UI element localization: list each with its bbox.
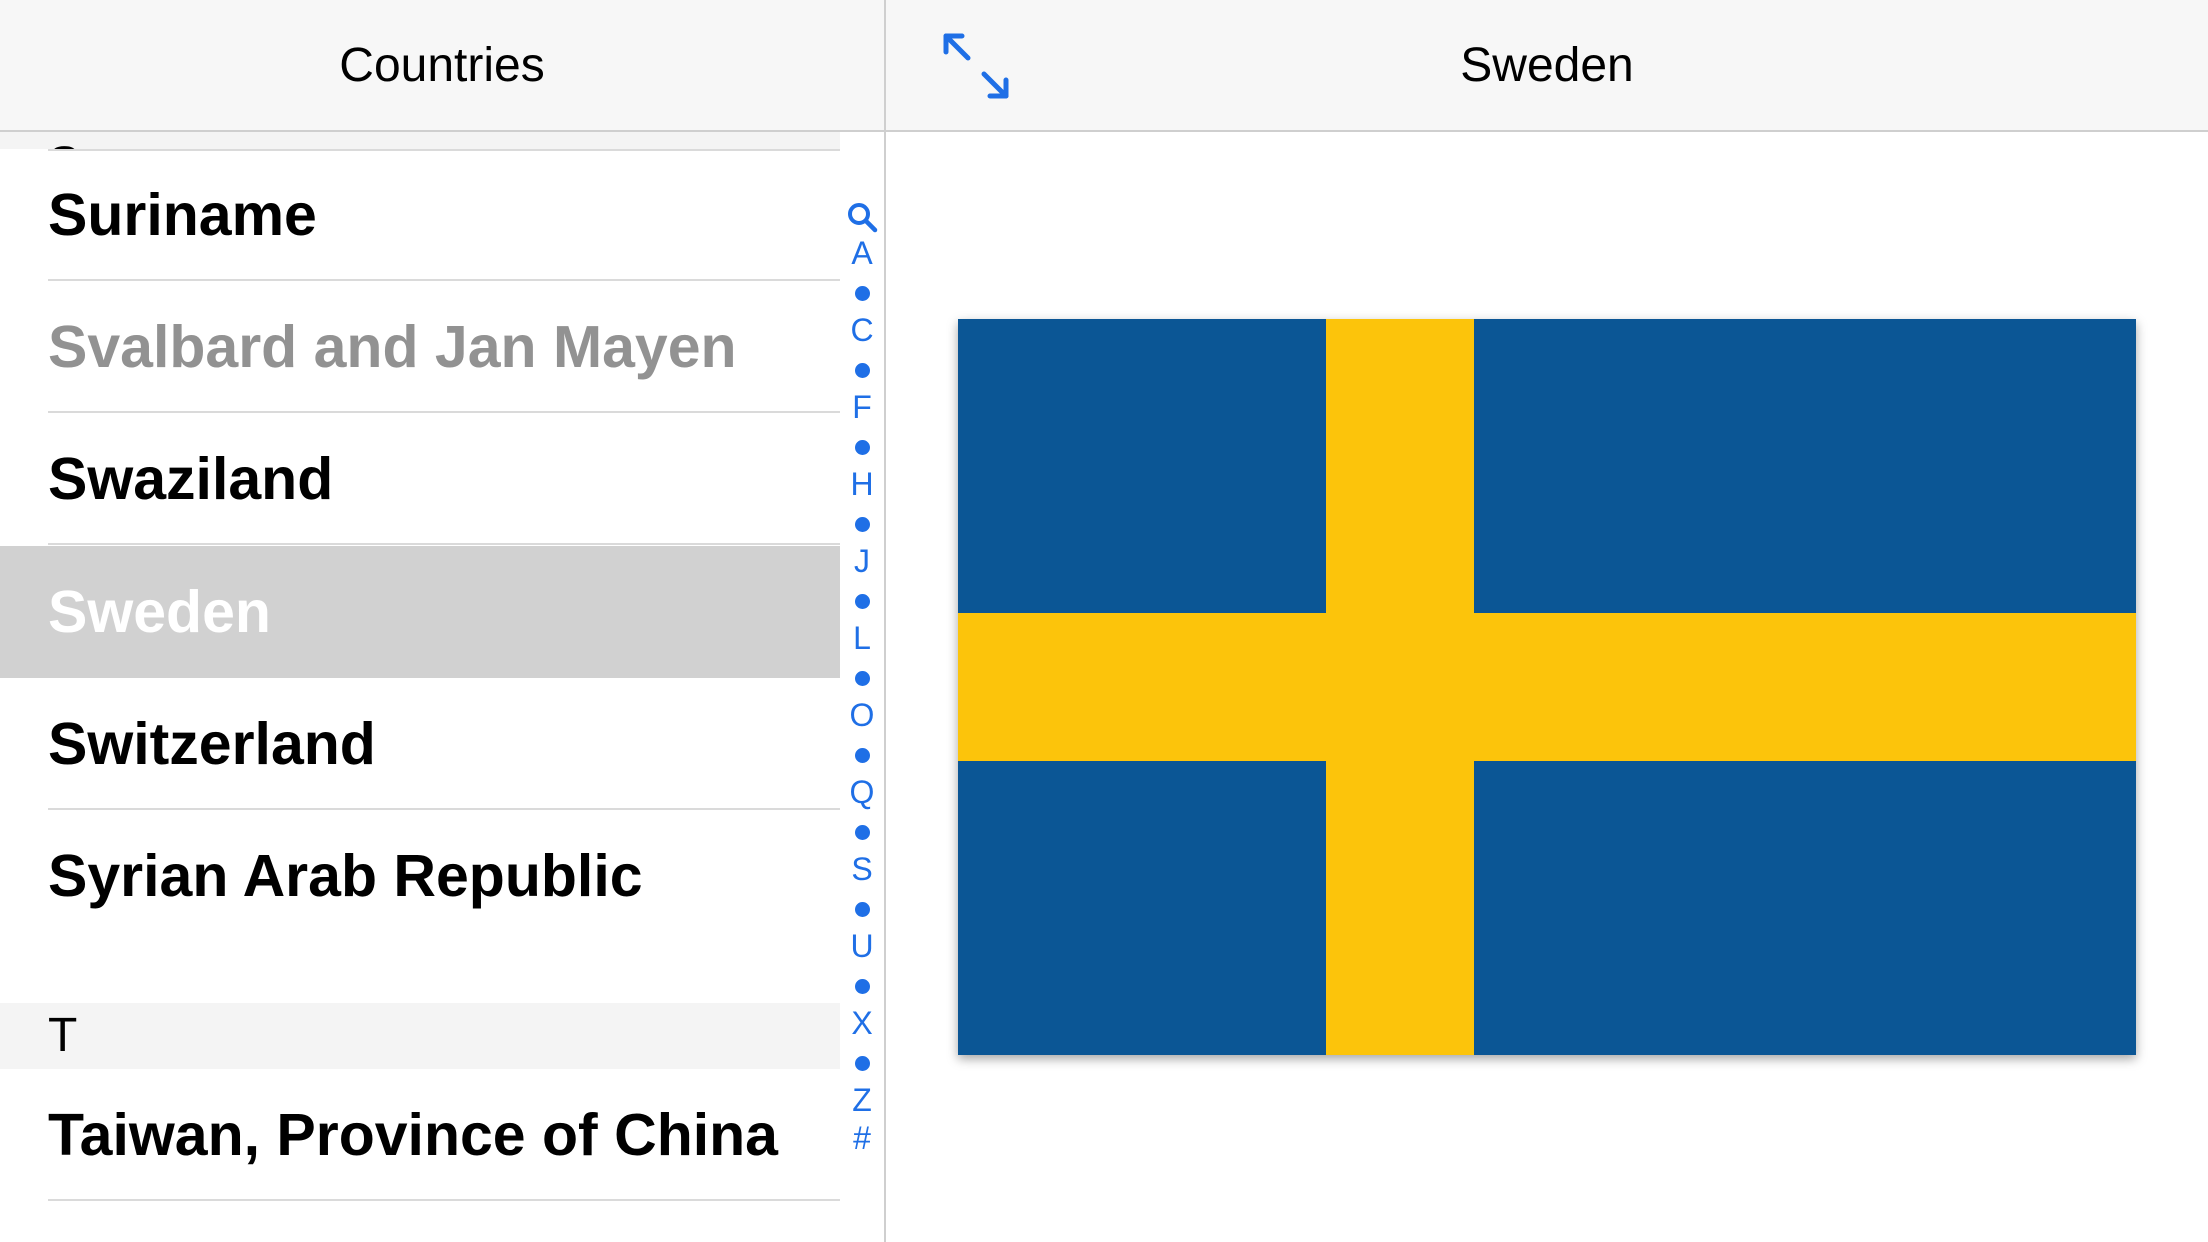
index-dot[interactable] xyxy=(840,735,884,771)
index-letter[interactable]: H xyxy=(840,466,884,502)
index-dot[interactable] xyxy=(840,812,884,848)
list-item-label: Switzerland xyxy=(48,711,376,777)
master-navigation-bar: Countries xyxy=(0,0,884,132)
index-letter[interactable]: Q xyxy=(840,774,884,810)
index-dot[interactable] xyxy=(840,966,884,1002)
index-dot[interactable] xyxy=(840,658,884,694)
countries-list[interactable]: S Suriname Svalbard and Jan Mayen Swazil… xyxy=(0,132,840,1242)
row-separator xyxy=(48,543,840,545)
index-letter[interactable]: F xyxy=(840,389,884,425)
list-item-label: Svalbard and Jan Mayen xyxy=(48,314,737,380)
index-letter[interactable]: S xyxy=(840,851,884,887)
flag-of-sweden xyxy=(958,319,2136,1055)
list-item-suriname[interactable]: Suriname xyxy=(0,149,840,281)
list-item-swaziland[interactable]: Swaziland xyxy=(0,413,840,545)
index-letter[interactable]: Z xyxy=(840,1082,884,1118)
index-dot[interactable] xyxy=(840,427,884,463)
index-letter[interactable]: X xyxy=(840,1005,884,1041)
list-item-svalbard-and-jan-mayen[interactable]: Svalbard and Jan Mayen xyxy=(0,281,840,413)
index-dot[interactable] xyxy=(840,504,884,540)
list-item-taiwan-province-of-china[interactable]: Taiwan, Province of China xyxy=(0,1069,840,1201)
index-dot[interactable] xyxy=(840,273,884,309)
index-search-icon[interactable] xyxy=(840,196,884,233)
index-dot[interactable] xyxy=(840,350,884,386)
list-item-label: Suriname xyxy=(48,182,317,248)
index-letter[interactable]: C xyxy=(840,312,884,348)
index-dot[interactable] xyxy=(840,581,884,617)
master-pane: Countries S Suriname Svalbard and Jan Ma… xyxy=(0,0,884,1242)
section-header-t: T xyxy=(0,1003,840,1069)
index-letter[interactable]: U xyxy=(840,928,884,964)
section-index[interactable]: A C F H J L O Q S U X Z # xyxy=(840,196,884,1178)
list-item-syrian-arab-republic[interactable]: Syrian Arab Republic xyxy=(0,810,840,942)
index-dot[interactable] xyxy=(840,889,884,925)
list-item-label: Syrian Arab Republic xyxy=(48,843,643,909)
list-item-label: Swaziland xyxy=(48,446,334,512)
index-letter[interactable]: L xyxy=(840,620,884,656)
index-letter[interactable]: A xyxy=(840,235,884,271)
list-item-sweden[interactable]: Sweden xyxy=(0,546,840,678)
index-letter[interactable]: # xyxy=(840,1120,884,1156)
index-dot[interactable] xyxy=(840,1043,884,1079)
row-separator xyxy=(48,1199,840,1201)
flag-cross-horizontal xyxy=(958,613,2136,761)
list-item-switzerland[interactable]: Switzerland xyxy=(0,678,840,810)
index-letter[interactable]: J xyxy=(840,543,884,579)
list-item-label: Taiwan, Province of China xyxy=(48,1102,778,1168)
index-letter[interactable]: O xyxy=(840,697,884,733)
section-header-label: T xyxy=(48,1009,78,1062)
list-item-label: Sweden xyxy=(48,579,271,645)
detail-pane: Sweden xyxy=(886,0,2208,1242)
detail-title: Sweden xyxy=(1460,39,1634,92)
master-title: Countries xyxy=(339,39,545,92)
detail-navigation-bar: Sweden xyxy=(886,0,2208,132)
